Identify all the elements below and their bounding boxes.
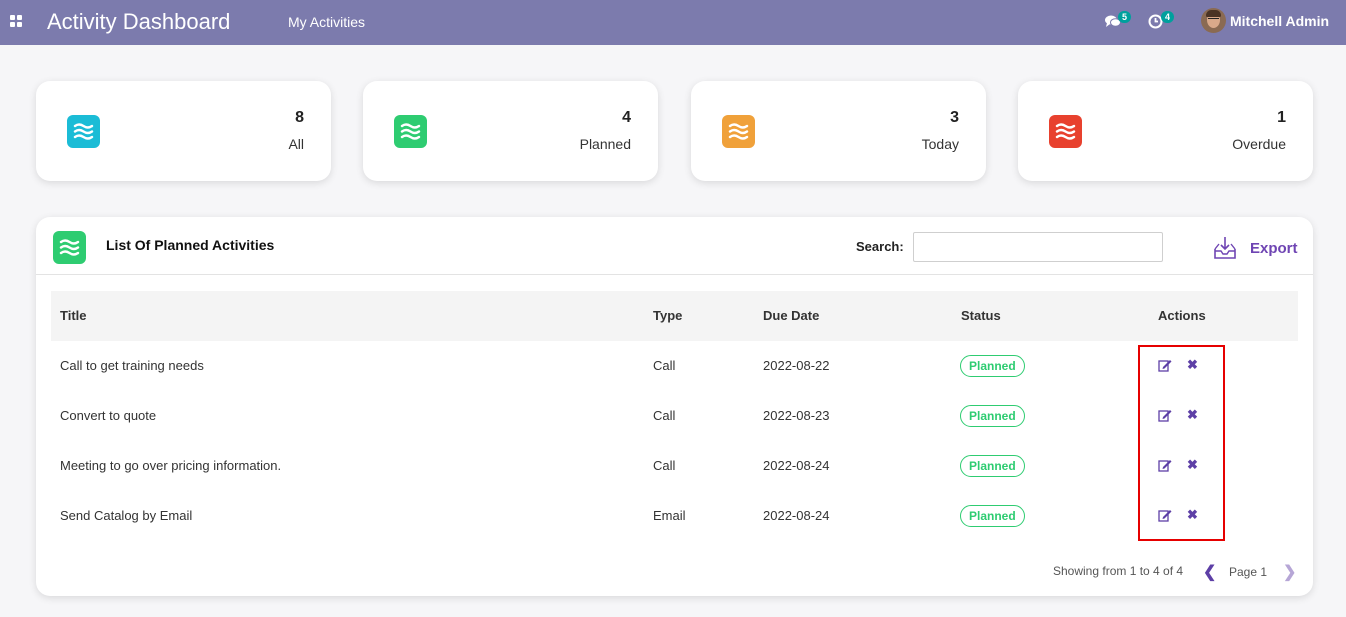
download-tray-icon — [1214, 237, 1236, 259]
card-count: 3 — [950, 109, 959, 126]
waves-icon — [53, 231, 86, 264]
messages-count-badge: 5 — [1118, 11, 1132, 23]
waves-icon — [1049, 115, 1082, 148]
cell-type: Call — [653, 408, 676, 423]
table-row: Call to get training needs Call 2022-08-… — [51, 341, 1298, 391]
cell-due-date: 2022-08-23 — [763, 408, 830, 423]
cell-due-date: 2022-08-22 — [763, 358, 830, 373]
pager-info: Showing from 1 to 4 of 4 — [1053, 564, 1184, 578]
actions-highlight-box — [1138, 345, 1225, 541]
user-avatar[interactable] — [1201, 8, 1226, 33]
cell-type: Call — [653, 458, 676, 473]
cell-type: Email — [653, 508, 686, 523]
activities-panel: List Of Planned Activities Search: Expor… — [36, 217, 1313, 596]
card-today[interactable]: 3 Today — [691, 81, 986, 181]
activities-button[interactable]: 4 — [1148, 11, 1176, 31]
table-row: Meeting to go over pricing information. … — [51, 441, 1298, 491]
chevron-left-icon[interactable]: ❮ — [1203, 562, 1216, 582]
cell-title: Send Catalog by Email — [60, 508, 193, 523]
card-count: 4 — [622, 109, 631, 126]
table-row: Convert to quote Call 2022-08-23 Planned… — [51, 391, 1298, 441]
cell-type: Call — [653, 358, 676, 373]
export-button[interactable]: Export — [1212, 233, 1298, 263]
card-count: 8 — [295, 109, 304, 126]
activities-count-badge: 4 — [1161, 11, 1175, 23]
status-badge: Planned — [960, 455, 1025, 477]
cell-title: Meeting to go over pricing information. — [60, 458, 282, 473]
card-label: All — [288, 136, 304, 152]
waves-icon — [394, 115, 427, 148]
pager-page: Page 1 — [1229, 565, 1268, 579]
header-due-date[interactable]: Due Date — [763, 308, 819, 323]
export-label: Export — [1250, 239, 1298, 257]
card-all[interactable]: 8 All — [36, 81, 331, 181]
cell-due-date: 2022-08-24 — [763, 458, 830, 473]
status-badge: Planned — [960, 405, 1025, 427]
table-row: Send Catalog by Email Email 2022-08-24 P… — [51, 491, 1298, 541]
top-navbar: Activity Dashboard My Activities 5 4 Mit… — [0, 0, 1346, 45]
panel-header: List Of Planned Activities Search: Expor… — [36, 217, 1313, 275]
status-badge: Planned — [960, 355, 1025, 377]
status-badge: Planned — [960, 505, 1025, 527]
user-name[interactable]: Mitchell Admin — [1230, 13, 1329, 29]
search-input[interactable] — [913, 232, 1163, 262]
cell-title: Call to get training needs — [60, 358, 204, 373]
header-actions: Actions — [1158, 308, 1206, 323]
menu-my-activities[interactable]: My Activities — [288, 14, 365, 30]
apps-grid-icon[interactable] — [10, 15, 23, 27]
card-label: Today — [921, 136, 959, 152]
messages-button[interactable]: 5 — [1105, 11, 1133, 31]
search-label: Search: — [856, 239, 904, 254]
waves-icon — [722, 115, 755, 148]
table-header: Title Type Due Date Status Actions — [51, 291, 1298, 341]
app-title: Activity Dashboard — [47, 9, 231, 34]
card-label: Overdue — [1232, 136, 1286, 152]
card-count: 1 — [1277, 109, 1286, 126]
card-planned[interactable]: 4 Planned — [363, 81, 658, 181]
panel-title: List Of Planned Activities — [106, 237, 275, 253]
header-title[interactable]: Title — [60, 308, 87, 323]
cell-due-date: 2022-08-24 — [763, 508, 830, 523]
waves-icon — [67, 115, 100, 148]
chevron-right-icon[interactable]: ❯ — [1283, 562, 1296, 582]
card-overdue[interactable]: 1 Overdue — [1018, 81, 1313, 181]
header-status[interactable]: Status — [961, 308, 1001, 323]
header-type[interactable]: Type — [653, 308, 682, 323]
card-label: Planned — [579, 136, 631, 152]
cell-title: Convert to quote — [60, 408, 157, 423]
